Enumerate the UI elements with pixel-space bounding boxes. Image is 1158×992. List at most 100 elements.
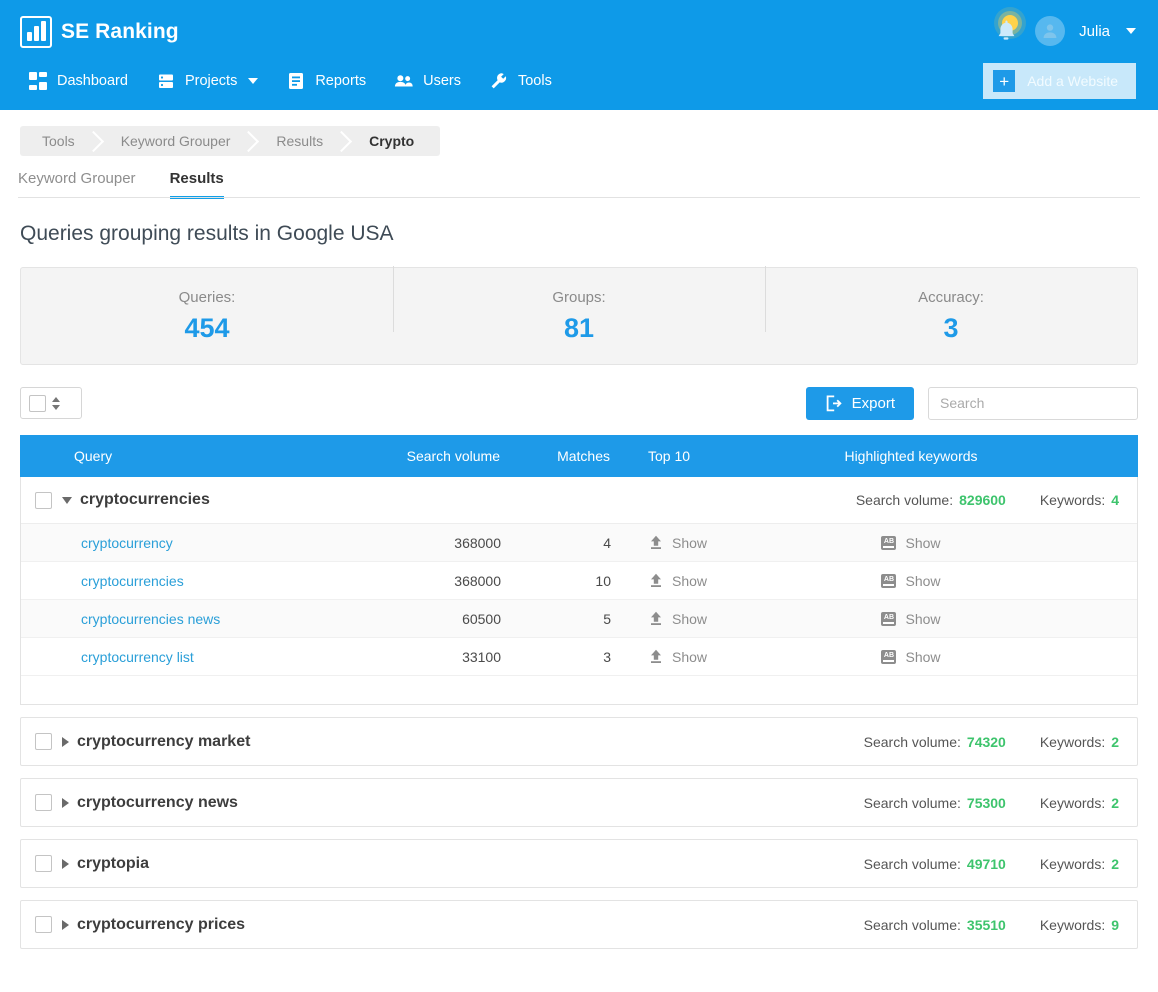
bulk-select-dropdown[interactable] bbox=[20, 387, 82, 419]
table-row[interactable]: cryptocurrencies news 60500 5 Show AB Sh… bbox=[21, 600, 1137, 638]
query-link[interactable]: cryptocurrencies bbox=[81, 573, 184, 589]
tab-keyword-grouper[interactable]: Keyword Grouper bbox=[18, 170, 136, 198]
expand-triangle-icon[interactable] bbox=[62, 737, 69, 747]
ab-badge-icon: AB bbox=[881, 536, 896, 550]
row-matches: 5 bbox=[501, 611, 611, 627]
user-name-label[interactable]: Julia bbox=[1079, 23, 1110, 40]
group-header-row[interactable]: cryptocurrency prices Search volume:3551… bbox=[21, 901, 1137, 948]
row-top10-show[interactable]: Show bbox=[611, 649, 741, 665]
group-search-volume-value: 74320 bbox=[967, 734, 1006, 750]
row-highlighted-show[interactable]: AB Show bbox=[741, 573, 1137, 589]
group-checkbox[interactable] bbox=[35, 916, 52, 933]
breadcrumb-item-crypto[interactable]: Crypto bbox=[349, 126, 440, 156]
group-search-volume: Search volume: 74320 bbox=[864, 734, 1006, 750]
breadcrumb-item-keyword-grouper[interactable]: Keyword Grouper bbox=[101, 126, 257, 156]
top-header-bar: SE Ranking Dashboard Projects Reports bbox=[0, 0, 1158, 110]
stat-label-accuracy: Accuracy: bbox=[765, 289, 1137, 306]
nav-item-projects[interactable]: Projects bbox=[146, 68, 276, 94]
row-search-volume: 368000 bbox=[351, 573, 501, 589]
row-top10-show[interactable]: Show bbox=[611, 573, 741, 589]
group-keywords: Keywords:2 bbox=[1040, 856, 1119, 872]
column-header-query[interactable]: Query bbox=[20, 448, 350, 464]
select-all-checkbox[interactable] bbox=[29, 395, 46, 412]
group-search-volume-label: Search volume: bbox=[864, 856, 961, 872]
group-checkbox[interactable] bbox=[35, 492, 52, 509]
expand-triangle-icon[interactable] bbox=[62, 859, 69, 869]
group-header-row[interactable]: cryptocurrency market Search volume:7432… bbox=[21, 718, 1137, 765]
table-row[interactable]: cryptocurrency 368000 4 Show AB Show bbox=[21, 524, 1137, 562]
stat-value-accuracy: 3 bbox=[765, 313, 1137, 344]
group-keywords-label: Keywords: bbox=[1040, 734, 1105, 750]
query-link[interactable]: cryptocurrencies news bbox=[81, 611, 220, 627]
row-highlighted-show[interactable]: AB Show bbox=[741, 611, 1137, 627]
group-card: cryptopia Search volume:49710 Keywords:2 bbox=[20, 839, 1138, 888]
group-header-row[interactable]: cryptocurrencies Search volume:829600 Ke… bbox=[21, 477, 1137, 524]
group-keywords-value: 9 bbox=[1111, 917, 1119, 933]
upload-arrow-icon bbox=[649, 535, 663, 550]
group-keywords-value: 4 bbox=[1111, 492, 1119, 508]
bell-icon bbox=[993, 18, 1019, 46]
breadcrumb-item-results[interactable]: Results bbox=[256, 126, 349, 156]
group-keywords-value: 2 bbox=[1111, 856, 1119, 872]
column-header-top10[interactable]: Top 10 bbox=[610, 448, 740, 464]
breadcrumb: Tools Keyword Grouper Results Crypto bbox=[20, 126, 440, 156]
upload-arrow-icon bbox=[649, 649, 663, 664]
people-icon bbox=[394, 72, 414, 90]
nav-item-dashboard[interactable]: Dashboard bbox=[18, 68, 146, 94]
updown-arrows-icon[interactable] bbox=[52, 397, 60, 410]
nav-label-tools: Tools bbox=[518, 73, 552, 89]
add-website-button[interactable]: + Add a Website bbox=[983, 63, 1136, 99]
group-meta: Search volume:74320 Keywords:2 bbox=[864, 734, 1119, 750]
row-highlighted-label: Show bbox=[905, 611, 940, 627]
nav-item-reports[interactable]: Reports bbox=[276, 68, 384, 94]
group-search-volume-value: 35510 bbox=[967, 917, 1006, 933]
row-top10-show[interactable]: Show bbox=[611, 611, 741, 627]
group-search-volume-label: Search volume: bbox=[864, 795, 961, 811]
ab-badge-icon: AB bbox=[881, 574, 896, 588]
nav-label-dashboard: Dashboard bbox=[57, 73, 128, 89]
group-header-row[interactable]: cryptocurrency news Search volume:75300 … bbox=[21, 779, 1137, 826]
notifications-button[interactable] bbox=[991, 14, 1021, 48]
collapse-triangle-icon[interactable] bbox=[62, 497, 72, 504]
group-header-row[interactable]: cryptopia Search volume:49710 Keywords:2 bbox=[21, 840, 1137, 887]
group-search-volume-value: 75300 bbox=[967, 795, 1006, 811]
row-highlighted-show[interactable]: AB Show bbox=[741, 649, 1137, 665]
row-matches: 3 bbox=[501, 649, 611, 665]
header-right-controls: Julia bbox=[991, 14, 1136, 48]
stat-groups: Groups: 81 bbox=[393, 289, 765, 344]
group-meta: Search volume:75300 Keywords:2 bbox=[864, 795, 1119, 811]
user-menu-chevron-down-icon[interactable] bbox=[1126, 28, 1136, 34]
expand-triangle-icon[interactable] bbox=[62, 798, 69, 808]
group-checkbox[interactable] bbox=[35, 855, 52, 872]
avatar[interactable] bbox=[1035, 16, 1065, 46]
stat-queries: Queries: 454 bbox=[21, 289, 393, 344]
group-checkbox[interactable] bbox=[35, 794, 52, 811]
column-header-search-volume[interactable]: Search volume bbox=[350, 448, 500, 464]
nav-item-tools[interactable]: Tools bbox=[479, 68, 570, 94]
expand-triangle-icon[interactable] bbox=[62, 920, 69, 930]
ab-badge-icon: AB bbox=[881, 612, 896, 626]
upload-arrow-icon bbox=[649, 611, 663, 626]
breadcrumb-item-tools[interactable]: Tools bbox=[20, 126, 101, 156]
column-header-highlighted[interactable]: Highlighted keywords bbox=[740, 448, 1138, 464]
group-name: cryptocurrency prices bbox=[77, 916, 245, 934]
tab-results[interactable]: Results bbox=[170, 170, 224, 198]
chevron-down-icon[interactable] bbox=[248, 78, 258, 84]
row-top10-show[interactable]: Show bbox=[611, 535, 741, 551]
row-query: cryptocurrency bbox=[21, 535, 351, 551]
document-lines-icon bbox=[286, 72, 306, 90]
stat-accuracy: Accuracy: 3 bbox=[765, 289, 1137, 344]
query-link[interactable]: cryptocurrency list bbox=[81, 649, 194, 665]
search-input[interactable] bbox=[928, 387, 1138, 420]
table-row[interactable]: cryptocurrency list 33100 3 Show AB Show bbox=[21, 638, 1137, 676]
export-button[interactable]: Export bbox=[806, 387, 914, 420]
query-link[interactable]: cryptocurrency bbox=[81, 535, 173, 551]
column-header-matches[interactable]: Matches bbox=[500, 448, 610, 464]
group-search-volume-label: Search volume: bbox=[864, 734, 961, 750]
group-checkbox[interactable] bbox=[35, 733, 52, 750]
table-row[interactable]: cryptocurrencies 368000 10 Show AB Show bbox=[21, 562, 1137, 600]
brand-logo[interactable]: SE Ranking bbox=[20, 16, 179, 48]
nav-item-users[interactable]: Users bbox=[384, 68, 479, 94]
group-keywords: Keywords:4 bbox=[1040, 492, 1119, 508]
row-highlighted-show[interactable]: AB Show bbox=[741, 535, 1137, 551]
